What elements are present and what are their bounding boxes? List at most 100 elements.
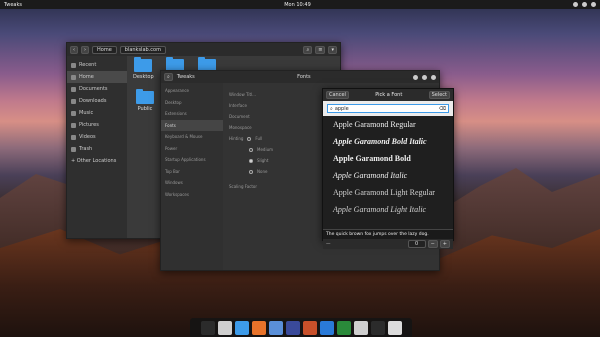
sidebar-item-label: Home: [79, 74, 94, 80]
clock-app-icon[interactable]: [370, 320, 385, 335]
tweaks-item-startup[interactable]: Startup Applications: [161, 154, 223, 166]
menu-button[interactable]: ▾: [328, 45, 337, 54]
tweaks-item-topbar[interactable]: Top Bar: [161, 166, 223, 178]
search-button[interactable]: ⌕: [164, 73, 173, 81]
tweaks-item-fonts[interactable]: Fonts: [161, 119, 223, 131]
select-button[interactable]: Select: [428, 91, 450, 99]
sidebar-item-label: Documents: [79, 86, 108, 92]
maximize-icon[interactable]: [422, 74, 427, 80]
tweaks-item-desktop[interactable]: Desktop: [161, 97, 223, 109]
font-item[interactable]: Apple Garamond Bold Italic: [323, 133, 453, 150]
sidebar-item-home[interactable]: Home: [67, 71, 127, 83]
radio-medium[interactable]: [249, 147, 253, 152]
hinting-slight-row: Slight: [229, 155, 273, 166]
font-picker-dialog: Cancel Pick a Font Select ⌕ apple ⌫ Appl…: [322, 88, 454, 249]
video-icon: [71, 134, 76, 140]
cancel-button[interactable]: Cancel: [326, 91, 349, 99]
picker-footer: — 0 − +: [323, 239, 453, 249]
sidebar-item-label: Downloads: [79, 98, 107, 104]
forward-button[interactable]: ›: [81, 45, 89, 54]
tweaks-item-windows[interactable]: Windows: [161, 177, 223, 189]
size-input[interactable]: 0: [407, 240, 426, 248]
sidebar-item-other-locations[interactable]: + Other Locations: [67, 155, 127, 167]
breadcrumb-folder[interactable]: blankslab.com: [119, 45, 166, 54]
font-item[interactable]: Apple Garamond Bold: [323, 150, 453, 167]
clock-icon: [71, 62, 76, 68]
close-icon[interactable]: [431, 74, 436, 80]
font-item[interactable]: Apple Garamond Light Regular: [323, 184, 453, 201]
disks-app-icon[interactable]: [353, 320, 368, 335]
back-button[interactable]: ‹: [70, 45, 78, 54]
status-icons[interactable]: [572, 2, 596, 7]
folder-label: Desktop: [133, 74, 154, 80]
setting-document: Document: [229, 114, 250, 119]
tweaks-item-power[interactable]: Power: [161, 143, 223, 155]
word-app-icon[interactable]: [319, 320, 334, 335]
sidebar-item-label: Videos: [79, 134, 96, 140]
sidebar-item-recent[interactable]: Recent: [67, 59, 127, 71]
firefox-app-icon[interactable]: [251, 320, 266, 335]
sidebar-item-pictures[interactable]: Pictures: [67, 119, 127, 131]
radio-slight[interactable]: [249, 158, 253, 163]
folder-public[interactable]: Public: [135, 89, 155, 112]
tweaks-item-extensions[interactable]: Extensions: [161, 108, 223, 120]
project-app-icon[interactable]: [285, 320, 300, 335]
home-icon: [71, 74, 76, 80]
setting-hinting: Hinting Full: [229, 133, 273, 144]
powerpoint-app-icon[interactable]: [302, 320, 317, 335]
radio-label: Full: [255, 136, 263, 141]
size-controls: 0 − +: [407, 240, 450, 248]
fonts-settings: Window Titl... Interface Document Monosp…: [229, 89, 273, 192]
top-bar: Tweaks Mon 10:49: [0, 0, 600, 9]
size-increase-button[interactable]: +: [439, 240, 450, 248]
document-icon: [71, 86, 76, 92]
clear-icon[interactable]: ⌫: [439, 106, 446, 112]
app-menu[interactable]: Tweaks: [4, 2, 22, 8]
font-item[interactable]: Apple Garamond Regular: [323, 116, 453, 133]
folder-app-icon[interactable]: [234, 320, 249, 335]
sidebar-item-downloads[interactable]: Downloads: [67, 95, 127, 107]
files-sidebar: Recent Home Documents Downloads Music Pi…: [67, 56, 127, 238]
setting-monospace: Monospace: [229, 125, 252, 130]
font-preview-text[interactable]: The quick brown fox jumps over the lazy …: [323, 229, 453, 239]
minimize-icon[interactable]: [413, 74, 418, 80]
sidebar-item-documents[interactable]: Documents: [67, 83, 127, 95]
font-list[interactable]: Apple Garamond Regular Apple Garamond Bo…: [323, 116, 453, 229]
breadcrumb-home-label: Home: [97, 46, 112, 53]
search-button[interactable]: ⌕: [303, 45, 313, 54]
folder-desktop[interactable]: Desktop: [133, 57, 154, 80]
font-item[interactable]: Apple Garamond Light Italic: [323, 201, 453, 218]
tweaks-item-keyboard-mouse[interactable]: Keyboard & Mouse: [161, 131, 223, 143]
tweaks-item-workspaces[interactable]: Workspaces: [161, 189, 223, 201]
breadcrumb-home[interactable]: Home: [92, 45, 117, 54]
folder-icon: [134, 57, 152, 72]
radio-none[interactable]: [249, 169, 253, 174]
size-slider[interactable]: —: [326, 242, 331, 247]
radio-label: Slight: [257, 158, 269, 163]
clock[interactable]: Mon 10:49: [284, 2, 311, 8]
excel-app-icon[interactable]: [336, 320, 351, 335]
sidebar-item-trash[interactable]: Trash: [67, 143, 127, 155]
files-app-icon[interactable]: [217, 320, 232, 335]
folder-icon: [136, 89, 154, 104]
setting-window-titles: Window Titl...: [229, 92, 256, 97]
calendar-app-icon[interactable]: [387, 320, 402, 335]
tweaks-item-appearance[interactable]: Appearance: [161, 85, 223, 97]
search-value: apple: [334, 105, 349, 112]
sidebar-item-videos[interactable]: Videos: [67, 131, 127, 143]
sidebar-item-music[interactable]: Music: [67, 107, 127, 119]
view-button[interactable]: ≡: [315, 45, 326, 54]
font-search-field[interactable]: ⌕ apple ⌫: [327, 104, 449, 113]
radio-full[interactable]: [247, 136, 252, 141]
terminal-app-icon[interactable]: [200, 320, 215, 335]
tweaks-sidebar: Appearance Desktop Extensions Fonts Keyb…: [161, 83, 223, 270]
picker-header: Cancel Pick a Font Select: [323, 89, 453, 101]
folder-label: Public: [137, 106, 153, 112]
network-icon: [572, 2, 578, 7]
browser-app-icon[interactable]: [268, 320, 283, 335]
tweaks-header: ⌕ Tweaks Fonts: [161, 71, 439, 83]
volume-icon: [581, 2, 587, 7]
size-decrease-button[interactable]: −: [427, 240, 438, 248]
font-item[interactable]: Apple Garamond Italic: [323, 167, 453, 184]
sidebar-item-label: Trash: [79, 146, 93, 152]
